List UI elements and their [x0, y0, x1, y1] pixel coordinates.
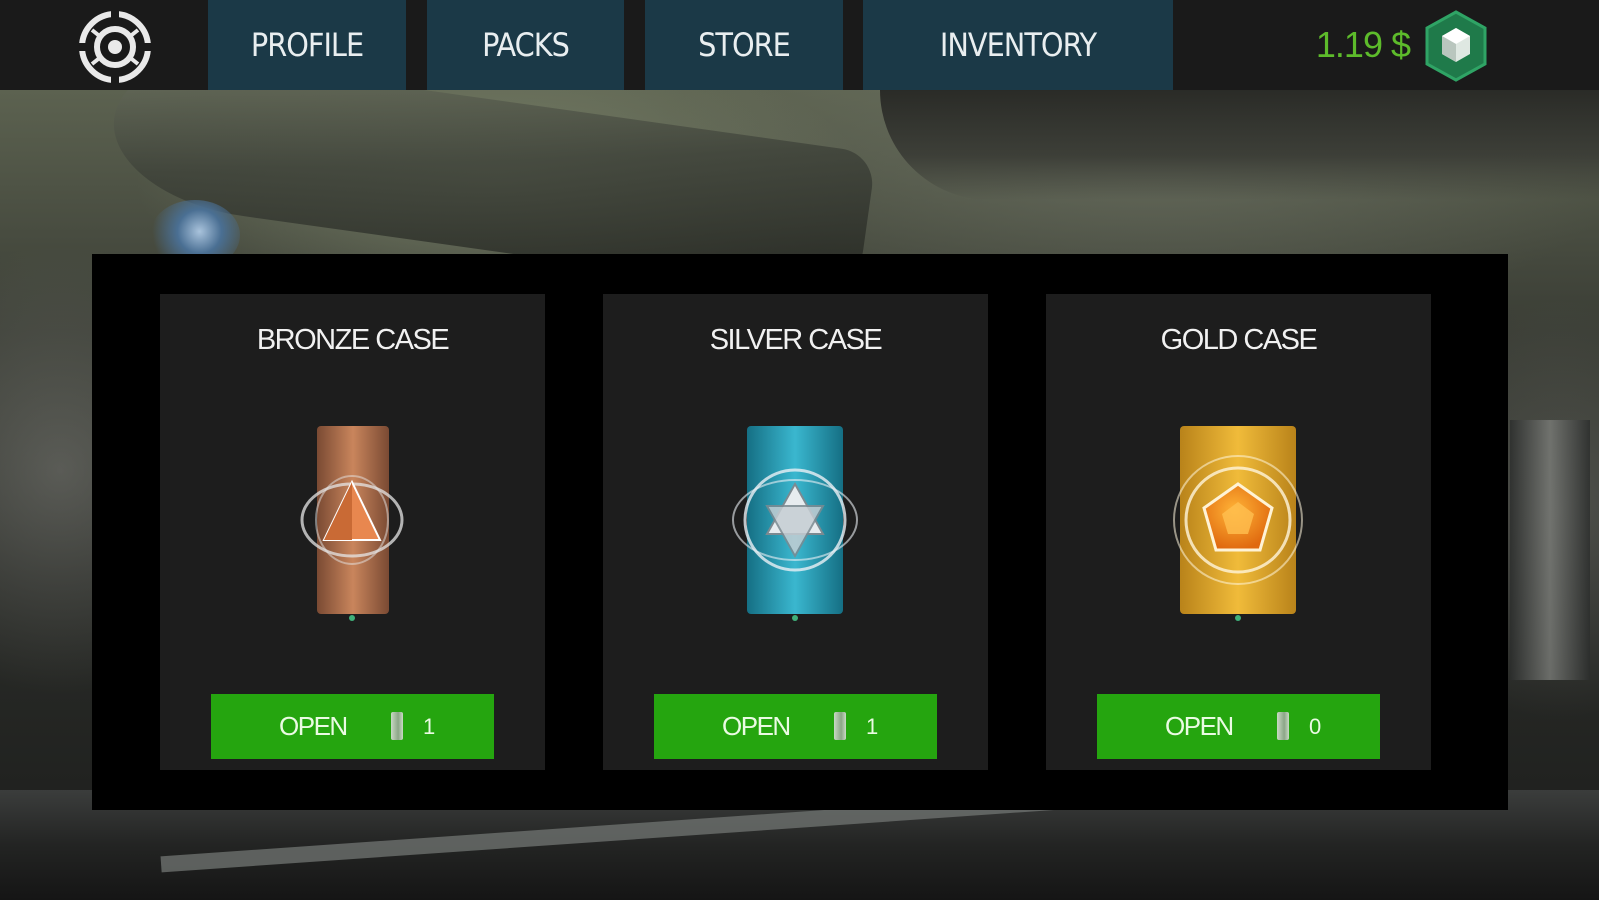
tab-packs[interactable]: PACKS: [427, 0, 624, 90]
case-title: GOLD CASE: [1160, 324, 1318, 356]
tab-inventory-label: INVENTORY: [939, 26, 1097, 64]
case-title: SILVER CASE: [709, 324, 883, 356]
case-card-silver: SILVER CASE OPEN 1: [603, 294, 988, 770]
wallet-balance: 1.19 $: [1315, 24, 1411, 65]
game-logo-icon[interactable]: [78, 10, 152, 84]
gold-case-icon[interactable]: [1158, 422, 1318, 627]
tab-inventory[interactable]: INVENTORY: [863, 0, 1173, 90]
case-card-bronze: BRONZE CASE OPEN 1: [160, 294, 545, 770]
open-silver-case-button[interactable]: OPEN 1: [654, 694, 937, 759]
station-overhang: [880, 90, 1599, 200]
open-button-label: OPEN: [279, 711, 348, 741]
tab-store[interactable]: STORE: [645, 0, 843, 90]
key-count: 1: [423, 714, 436, 739]
tab-store-label: STORE: [698, 26, 791, 64]
silver-case-icon[interactable]: [715, 422, 875, 627]
station-tower: [1510, 420, 1590, 680]
cases-panel: BRONZE CASE OPEN 1 SILVER CASE OPEN 1 GO…: [92, 254, 1508, 810]
gem-icon[interactable]: [1424, 10, 1488, 82]
case-card-gold: GOLD CASE OPEN 0: [1046, 294, 1431, 770]
open-gold-case-button[interactable]: OPEN 0: [1097, 694, 1380, 759]
tab-profile-label: PROFILE: [250, 26, 364, 64]
open-button-label: OPEN: [1165, 711, 1234, 741]
tab-packs-label: PACKS: [482, 26, 570, 64]
bronze-case-icon[interactable]: [272, 422, 432, 627]
open-bronze-case-button[interactable]: OPEN 1: [211, 694, 494, 759]
tab-profile[interactable]: PROFILE: [208, 0, 406, 90]
open-button-label: OPEN: [722, 711, 791, 741]
key-icon: [391, 712, 403, 740]
key-icon: [834, 712, 846, 740]
case-title: BRONZE CASE: [256, 324, 450, 356]
key-count: 0: [1309, 714, 1322, 739]
top-bar: PROFILE PACKS STORE INVENTORY 1.19 $: [0, 0, 1599, 90]
key-count: 1: [866, 714, 879, 739]
key-icon: [1277, 712, 1289, 740]
